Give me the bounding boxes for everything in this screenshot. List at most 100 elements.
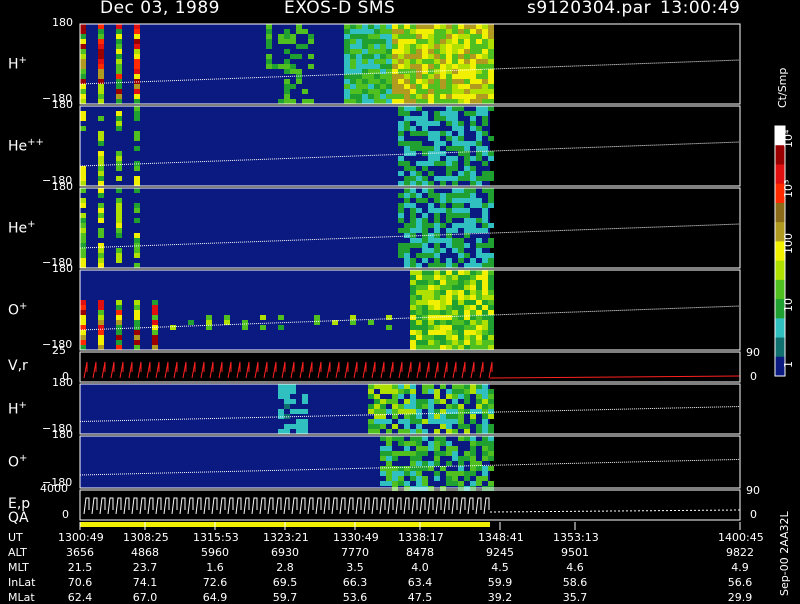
panel-2-cell bbox=[134, 203, 140, 208]
panel-1-cell bbox=[428, 181, 434, 186]
ep-trace bbox=[227, 497, 234, 515]
panel-3-cell bbox=[314, 320, 320, 325]
footer-value: 4.5 bbox=[491, 561, 509, 574]
panel-1-cell bbox=[440, 181, 446, 186]
panel-3-cell bbox=[452, 275, 458, 280]
footer-value: 1353:13 bbox=[553, 531, 599, 544]
panel-5-cell bbox=[446, 414, 452, 419]
panel-1-cell bbox=[470, 141, 476, 146]
panel-1-cell bbox=[404, 106, 410, 111]
panel-2-cell bbox=[482, 228, 488, 233]
panel-0-cell bbox=[464, 69, 470, 74]
panel-0-cell bbox=[368, 99, 374, 104]
panel-1-cell bbox=[98, 181, 104, 186]
panel-0-cell bbox=[380, 84, 386, 89]
panel-3-cell bbox=[464, 280, 470, 285]
panel-3-cell bbox=[434, 330, 440, 335]
panel-5-cell bbox=[284, 399, 290, 404]
panel-0-cell bbox=[476, 64, 482, 69]
panel-0-cell bbox=[344, 59, 350, 64]
panel-0-cell bbox=[416, 29, 422, 34]
panel-6-cell bbox=[470, 446, 476, 451]
panel-3-cell bbox=[152, 320, 158, 325]
panel-3-cell bbox=[278, 325, 284, 330]
panel-3-cell bbox=[446, 305, 452, 310]
panel-6-cell bbox=[422, 436, 428, 441]
footer-value: 9501 bbox=[561, 546, 589, 559]
panel-0-cell bbox=[284, 29, 290, 34]
panel-1-cell bbox=[482, 116, 488, 121]
panel-0-cell bbox=[278, 34, 284, 39]
panel-2-cell bbox=[98, 208, 104, 213]
panel-3-cell bbox=[80, 335, 86, 340]
panel-5-cell bbox=[368, 404, 374, 409]
panel-6-cell bbox=[386, 446, 392, 451]
panel-2-cell bbox=[398, 203, 404, 208]
panel-2-cell bbox=[476, 238, 482, 243]
panel-3-cell bbox=[350, 315, 356, 320]
panel-0-cell bbox=[404, 89, 410, 94]
panel-6-cell bbox=[452, 456, 458, 461]
panel-2-cell bbox=[398, 253, 404, 258]
panel-0-cell bbox=[398, 59, 404, 64]
panel-5-cell bbox=[458, 404, 464, 409]
panel-0-cell bbox=[356, 29, 362, 34]
panel-6-cell bbox=[404, 451, 410, 456]
panel-2-cell bbox=[98, 218, 104, 223]
panel-3-cell bbox=[152, 330, 158, 335]
panel-2-cell bbox=[488, 198, 494, 203]
panel-5-cell bbox=[410, 399, 416, 404]
panel-2-cell bbox=[410, 233, 416, 238]
panel-6-cell bbox=[452, 481, 458, 486]
panel-3-cell bbox=[416, 310, 422, 315]
panel-1-cell bbox=[428, 131, 434, 136]
panel-1-cell bbox=[416, 181, 422, 186]
panel-2-cell bbox=[464, 263, 470, 268]
panel-1-cell bbox=[404, 181, 410, 186]
panel-0-cell bbox=[296, 69, 302, 74]
footer-value: 4.6 bbox=[566, 561, 584, 574]
panel-0-cell bbox=[440, 34, 446, 39]
panel-0-cell bbox=[470, 59, 476, 64]
panel-1-cell bbox=[440, 161, 446, 166]
panel-0-cell bbox=[488, 34, 494, 39]
panel-0-cell bbox=[440, 44, 446, 49]
panel-1-cell bbox=[422, 176, 428, 181]
panel-2-cell bbox=[116, 213, 122, 218]
vr-tail bbox=[489, 375, 741, 379]
panel-3-cell bbox=[482, 325, 488, 330]
panel-2-cell bbox=[434, 198, 440, 203]
panel-5-cell bbox=[416, 429, 422, 434]
panel-2-cell bbox=[476, 263, 482, 268]
panel-0-cell bbox=[398, 24, 404, 29]
footer-value: 6930 bbox=[271, 546, 299, 559]
panel-3-cell bbox=[224, 320, 230, 325]
panel-2-cell bbox=[80, 258, 86, 263]
panel-0-cell bbox=[440, 49, 446, 54]
panel-label-2-sup: + bbox=[27, 219, 36, 230]
panel-3-cell bbox=[464, 300, 470, 305]
panel-6-cell bbox=[440, 441, 446, 446]
panel-5-cell bbox=[380, 419, 386, 424]
panel-1-cell bbox=[446, 161, 452, 166]
panel-3-cell bbox=[434, 340, 440, 345]
panel-0-cell bbox=[464, 94, 470, 99]
panel-1-cell bbox=[470, 121, 476, 126]
panel-6-cell bbox=[446, 481, 452, 486]
panel-2-cell bbox=[116, 258, 122, 263]
panel-0-cell bbox=[458, 29, 464, 34]
panel-0-cell bbox=[482, 29, 488, 34]
panel-3-cell bbox=[440, 330, 446, 335]
panel-3-cell bbox=[410, 310, 416, 315]
panel-0-cell bbox=[392, 74, 398, 79]
footer-value: 4868 bbox=[131, 546, 159, 559]
panel-6-cell bbox=[488, 446, 494, 451]
panel-3-cell bbox=[440, 305, 446, 310]
panel-6-cell bbox=[422, 451, 428, 456]
panel-2-cell bbox=[434, 248, 440, 253]
panel-label-2: He+ bbox=[8, 219, 36, 237]
panel-0-cell bbox=[80, 64, 86, 69]
panel-0-cell bbox=[410, 29, 416, 34]
panel-1-cell bbox=[488, 151, 494, 156]
panel-0-cell bbox=[368, 64, 374, 69]
